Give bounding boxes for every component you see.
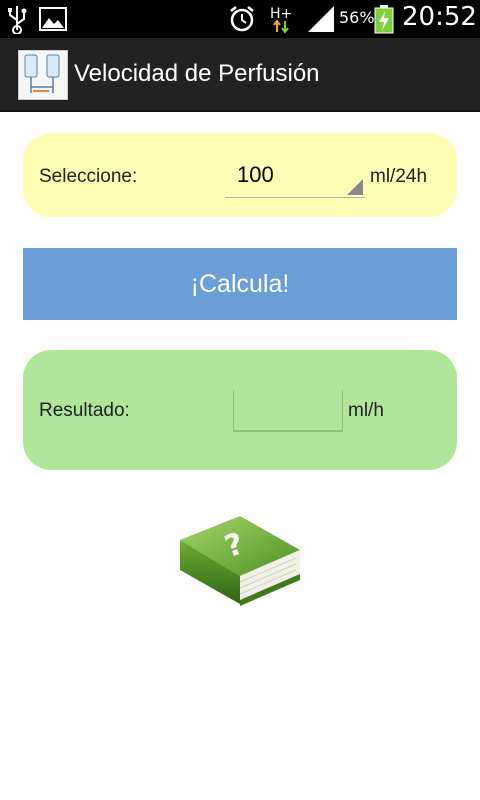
network-type-label: H+: [270, 6, 292, 22]
help-book-icon[interactable]: ?: [178, 510, 302, 610]
iv-drip-icon[interactable]: [18, 50, 68, 100]
alarm-icon: [230, 6, 254, 32]
status-bar: H+ 56% 20:52: [0, 0, 480, 38]
battery-percent: 56%: [339, 8, 375, 27]
battery-charging-icon: [374, 5, 394, 34]
clock: 20:52: [402, 2, 477, 32]
image-icon: [39, 7, 67, 31]
rate-spinner[interactable]: 100: [225, 157, 365, 198]
result-panel: Resultado: ml/h: [23, 350, 457, 470]
spinner-arrow-icon: [347, 179, 363, 195]
action-bar: Velocidad de Perfusión: [0, 38, 480, 112]
result-field[interactable]: [233, 390, 343, 432]
selector-panel: Seleccione: 100 ml/24h: [23, 133, 457, 217]
result-unit: ml/h: [348, 400, 384, 421]
selector-label: Seleccione:: [39, 166, 138, 187]
rate-unit: ml/24h: [370, 166, 428, 187]
rate-value: 100: [237, 162, 274, 187]
signal-icon: [308, 6, 334, 32]
calculate-button[interactable]: ¡Calcula!: [23, 248, 457, 320]
network-hplus-icon: H+: [270, 6, 292, 34]
usb-icon: [8, 6, 27, 34]
app-title: Velocidad de Perfusión: [74, 60, 320, 87]
result-label: Resultado:: [39, 400, 130, 421]
